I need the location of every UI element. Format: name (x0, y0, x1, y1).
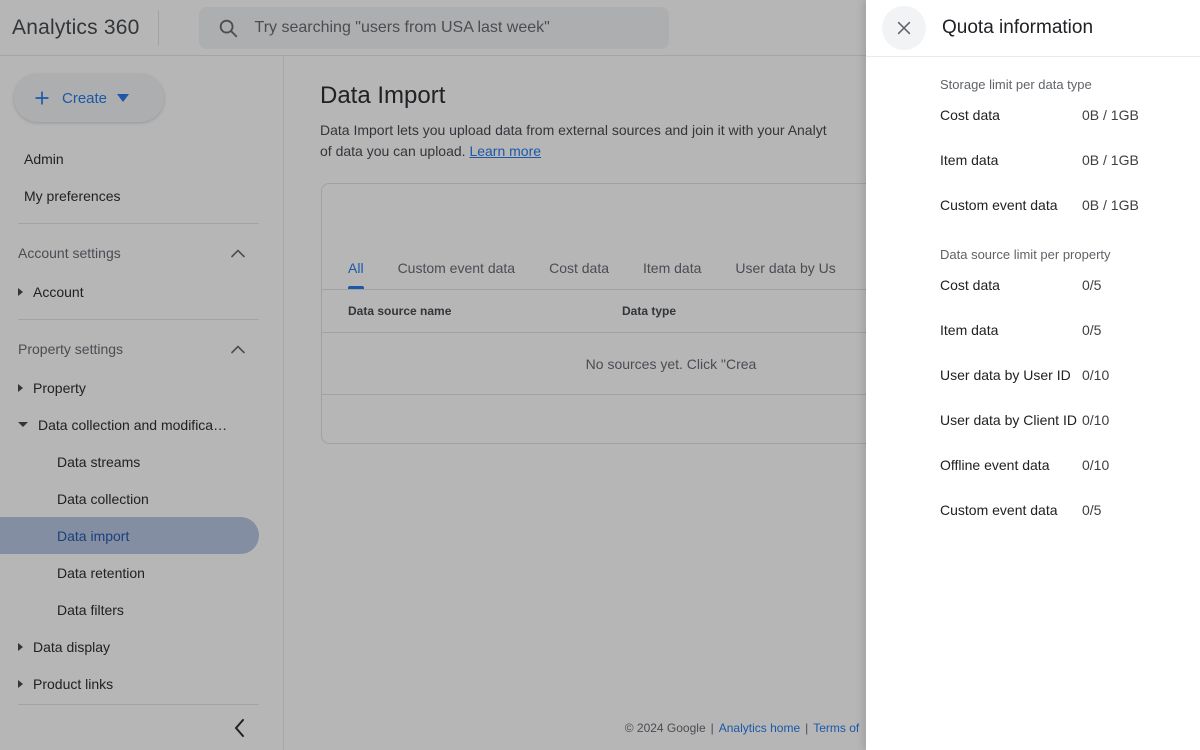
quota-name: Cost data (940, 106, 1000, 123)
quota-row: Offline event data 0/10 (866, 442, 1200, 487)
quota-value: 0B / 1GB (1082, 151, 1139, 168)
quota-name: Item data (940, 151, 999, 168)
close-panel-button[interactable] (882, 6, 926, 50)
close-icon (894, 18, 914, 38)
quota-name: User data by User ID (940, 366, 1071, 383)
quota-row: Cost data 0B / 1GB (866, 92, 1200, 137)
quota-value: 0B / 1GB (1082, 106, 1139, 123)
panel-header: Quota information (866, 0, 1200, 57)
quota-row: Cost data 0/5 (866, 262, 1200, 307)
quota-row: Item data 0/5 (866, 307, 1200, 352)
section-label-data-source-limit: Data source limit per property (940, 247, 1111, 262)
quota-name: User data by Client ID (940, 411, 1077, 428)
quota-information-panel: Quota information Storage limit per data… (866, 0, 1200, 750)
quota-name: Cost data (940, 276, 1000, 293)
quota-name: Offline event data (940, 456, 1050, 473)
quota-value: 0B / 1GB (1082, 196, 1139, 213)
quota-value: 0/5 (1082, 321, 1102, 338)
quota-value: 0/5 (1082, 501, 1102, 518)
quota-row: Custom event data 0/5 (866, 487, 1200, 532)
quota-name: Custom event data (940, 501, 1058, 518)
quota-row: User data by Client ID 0/10 (866, 397, 1200, 442)
quota-value: 0/10 (1082, 366, 1110, 383)
quota-name: Item data (940, 321, 999, 338)
quota-value: 0/10 (1082, 411, 1110, 428)
quota-value: 0/10 (1082, 456, 1110, 473)
quota-row: Custom event data 0B / 1GB (866, 182, 1200, 227)
panel-title: Quota information (942, 17, 1094, 38)
quota-row: User data by User ID 0/10 (866, 352, 1200, 397)
quota-value: 0/5 (1082, 276, 1102, 293)
modal-scrim[interactable] (0, 0, 866, 750)
quota-row: Item data 0B / 1GB (866, 137, 1200, 182)
section-label-storage-limit: Storage limit per data type (940, 77, 1092, 92)
quota-name: Custom event data (940, 196, 1058, 213)
